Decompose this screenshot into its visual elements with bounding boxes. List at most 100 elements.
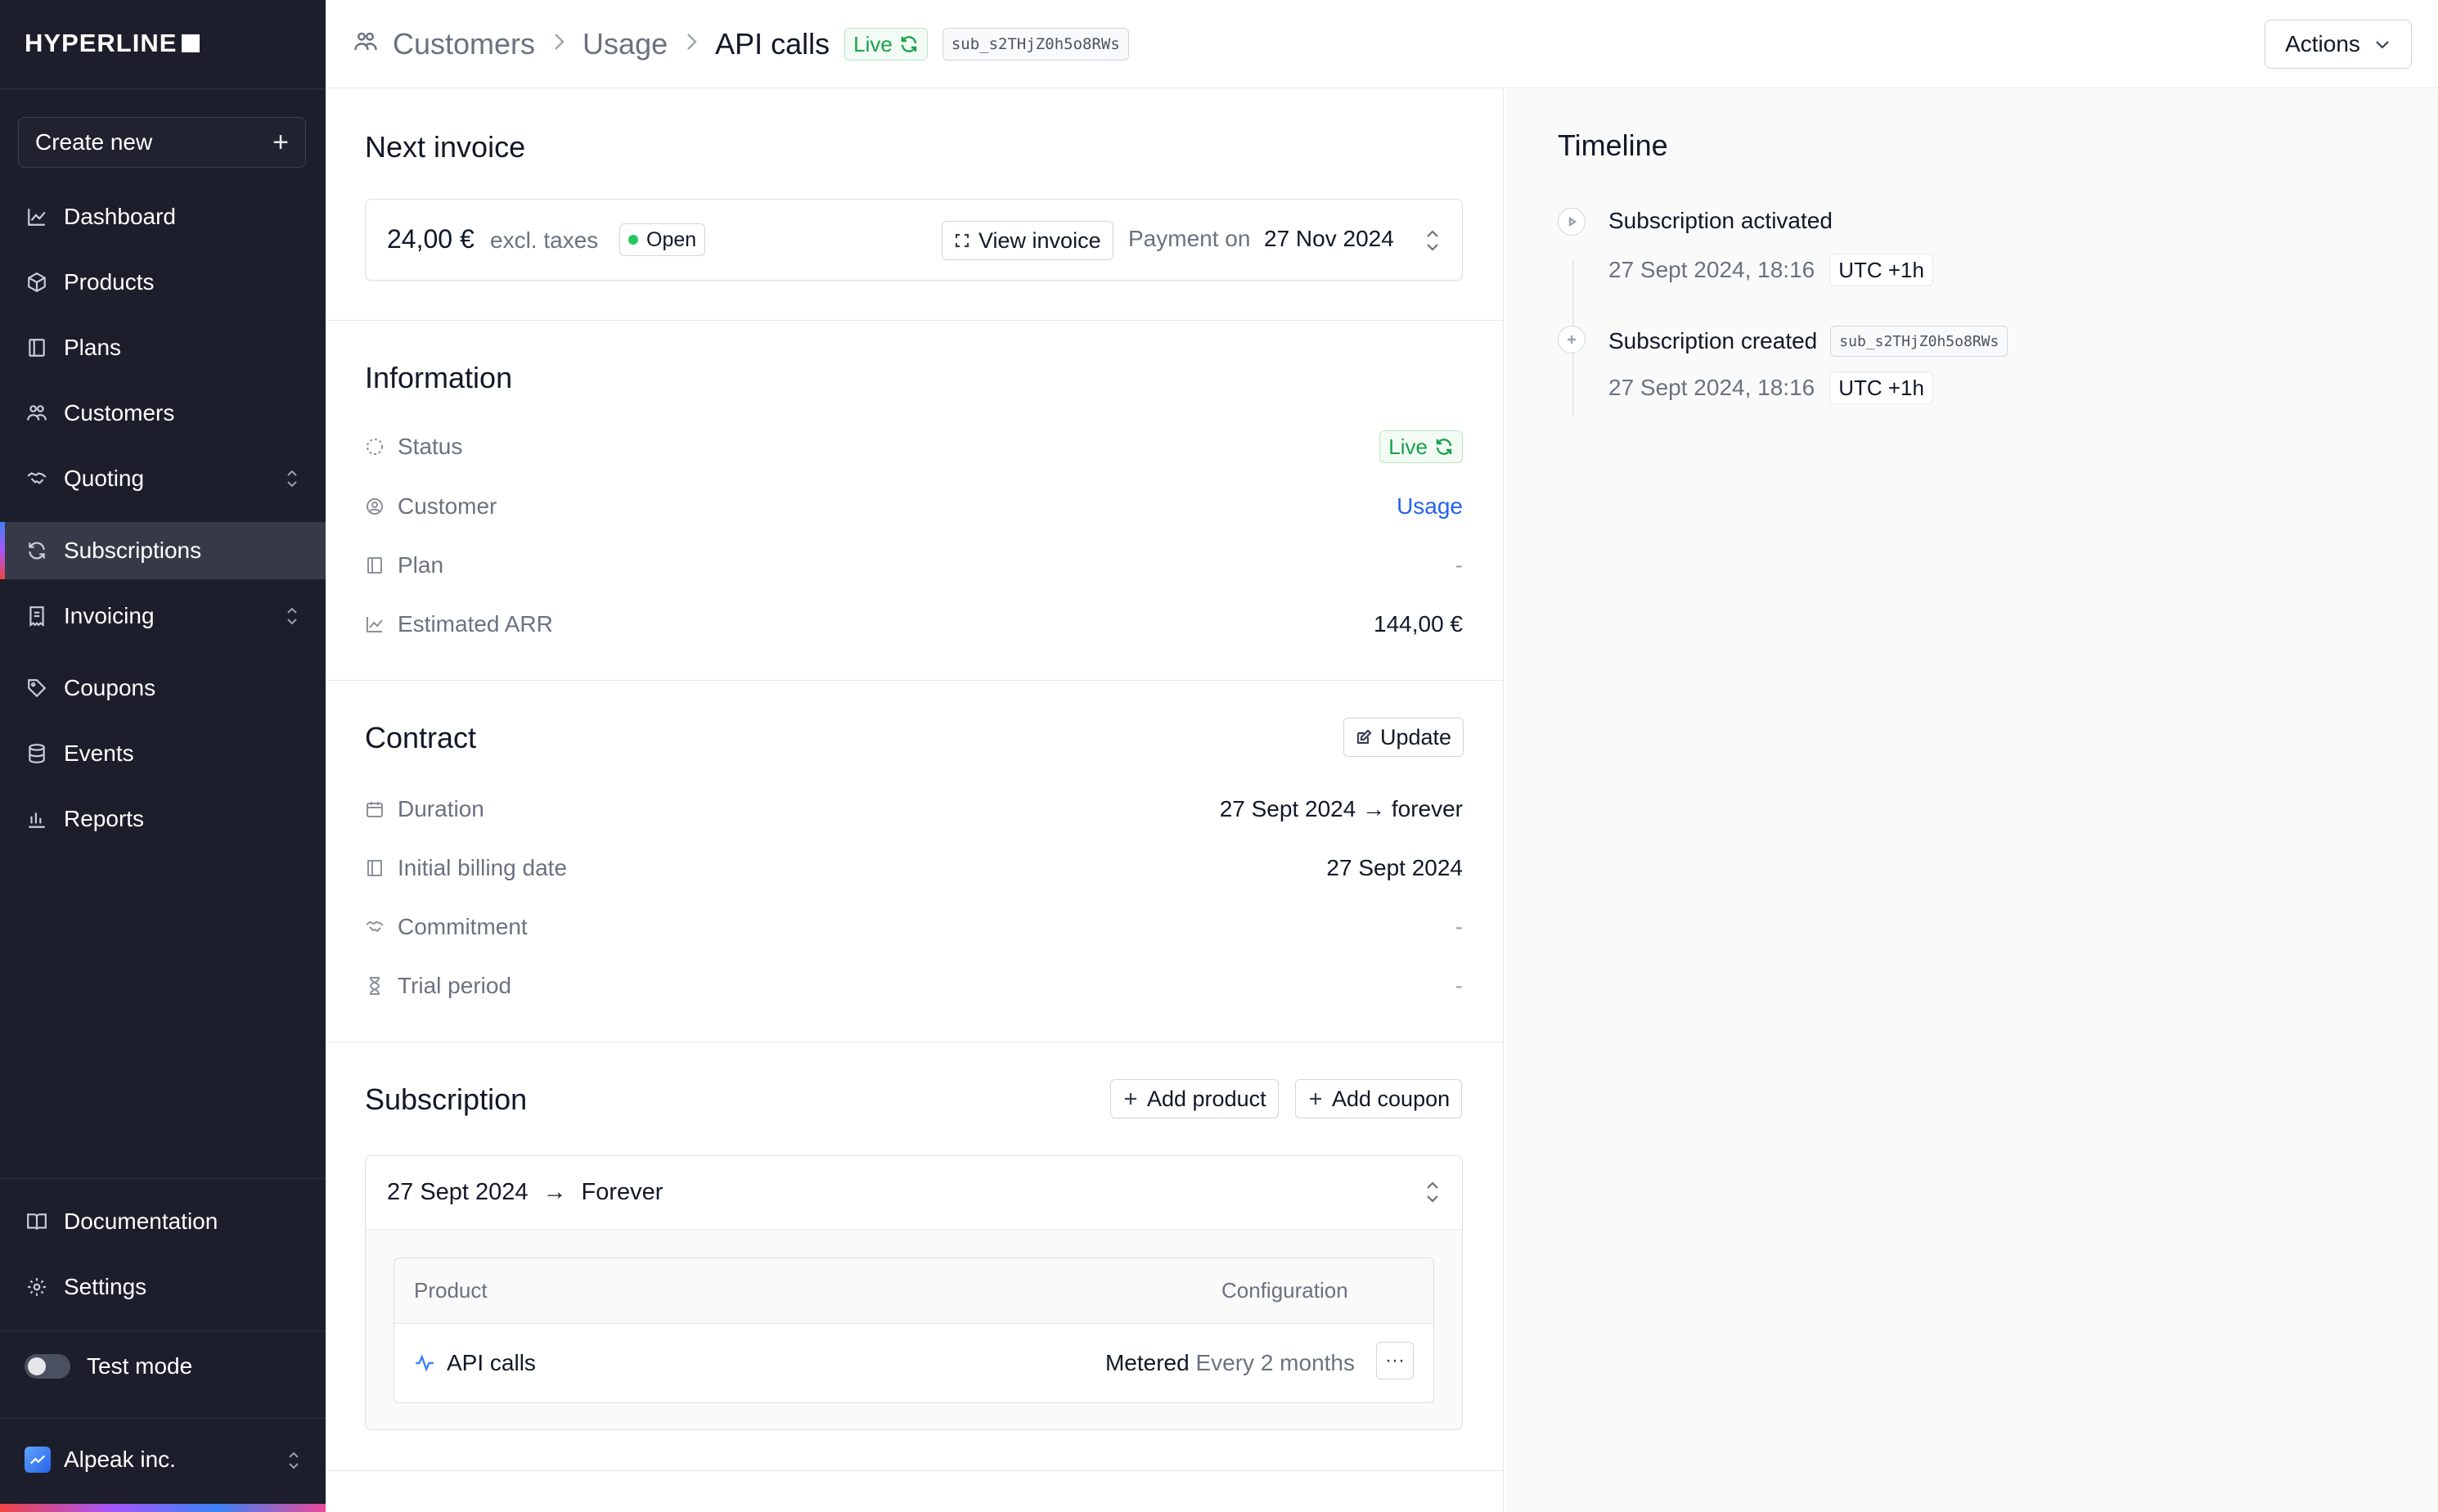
payment-date: 27 Nov 2024 <box>1264 226 1394 251</box>
chevron-updown-icon <box>285 605 299 627</box>
row-value: 144,00 € <box>1374 611 1463 637</box>
chevron-right-icon <box>682 27 700 61</box>
sidebar-item-label: Customers <box>64 400 175 425</box>
book-icon <box>26 337 47 358</box>
sidebar-item-products[interactable]: Products <box>0 254 326 311</box>
breadcrumb-usage[interactable]: Usage <box>583 27 668 61</box>
customer-link[interactable]: Usage <box>1397 493 1463 520</box>
invoice-amount: 24,00 € <box>387 224 475 254</box>
event-date: 27 Sept 2024, 18:16 UTC +1h <box>1608 371 1933 404</box>
sidebar-item-quoting[interactable]: Quoting <box>0 450 326 507</box>
top-header: Customers Usage API calls Live sub_s2THj… <box>326 0 2438 88</box>
add-product-label: Add product <box>1147 1086 1266 1111</box>
brand-gradient-bar <box>0 1504 326 1512</box>
actions-button[interactable]: Actions <box>2265 20 2412 69</box>
app-logo[interactable]: HYPERLINE <box>25 29 200 57</box>
divider <box>326 320 1504 321</box>
contract-row-commitment: Commitment - <box>365 911 1463 943</box>
subscription-id-badge[interactable]: sub_s2THjZ0h5o8RWs <box>942 28 1129 61</box>
receipt-icon <box>26 605 47 627</box>
sidebar-item-label: Settings <box>64 1274 147 1299</box>
subscription-phase-card: 27 Sept 2024 → Forever Product Configura… <box>365 1155 1463 1430</box>
info-row-customer: Customer Usage <box>365 490 1463 523</box>
chevron-updown-icon[interactable] <box>1424 1179 1441 1209</box>
create-new-label: Create new <box>35 129 153 155</box>
handshake-icon <box>365 917 385 937</box>
phase-header[interactable]: 27 Sept 2024 → Forever <box>366 1156 1462 1230</box>
status-badge: Live <box>1379 430 1463 463</box>
row-value: - <box>1455 914 1463 939</box>
sidebar-item-documentation[interactable]: Documentation <box>0 1193 326 1250</box>
status-badge-label: Live <box>1388 434 1428 459</box>
sidebar: HYPERLINE Create new + Dashboard Product… <box>0 0 326 1512</box>
more-options-button[interactable]: ··· <box>1376 1342 1414 1379</box>
activity-icon <box>416 1354 434 1372</box>
divider <box>0 88 326 89</box>
table-header: Product Configuration <box>394 1258 1433 1324</box>
event-title: Subscription created sub_s2THjZ0h5o8RWs <box>1608 326 2008 357</box>
event-date-label: 27 Sept 2024, 18:16 <box>1608 375 1815 400</box>
chevron-down-icon <box>2376 41 2389 49</box>
row-value: 27 Sept 2024 <box>1326 855 1463 880</box>
product-name: API calls <box>414 1350 536 1376</box>
add-product-button[interactable]: Add product <box>1110 1079 1279 1118</box>
information-title: Information <box>365 361 513 394</box>
update-contract-button[interactable]: Update <box>1343 718 1464 757</box>
divider <box>326 680 1504 681</box>
sidebar-item-reports[interactable]: Reports <box>0 790 326 848</box>
divider <box>0 1330 326 1331</box>
row-label: Commitment <box>398 914 528 939</box>
plus-circle-icon <box>1558 326 1586 353</box>
row-value: - <box>1455 552 1463 578</box>
timezone-badge: UTC +1h <box>1829 371 1933 404</box>
contract-row-trial-period: Trial period - <box>365 970 1463 1002</box>
sidebar-item-label: Dashboard <box>64 204 176 229</box>
organization-switcher[interactable]: Alpeak inc. <box>25 1447 303 1473</box>
chart-line-icon <box>365 614 385 634</box>
sidebar-item-invoicing[interactable]: Invoicing <box>0 587 326 645</box>
subscription-id-badge[interactable]: sub_s2THjZ0h5o8RWs <box>1830 326 2008 357</box>
divider <box>326 1470 1504 1471</box>
sidebar-item-settings[interactable]: Settings <box>0 1258 326 1316</box>
sidebar-item-plans[interactable]: Plans <box>0 319 326 376</box>
timeline-panel: Timeline Subscription activated 27 Sept … <box>1505 89 2438 1512</box>
row-label: Plan <box>398 552 444 578</box>
sidebar-item-customers[interactable]: Customers <box>0 385 326 442</box>
breadcrumb-current: API calls <box>715 27 830 61</box>
chart-line-icon <box>26 206 47 227</box>
invoice-status-badge: Open <box>619 223 706 256</box>
gear-icon <box>26 1276 47 1298</box>
create-new-button[interactable]: Create new + <box>18 117 306 168</box>
organization-avatar <box>25 1447 51 1473</box>
sidebar-item-coupons[interactable]: Coupons <box>0 659 326 717</box>
expand-icon <box>955 233 969 248</box>
toggle-switch[interactable] <box>25 1354 70 1379</box>
book-icon <box>365 858 385 878</box>
sidebar-item-subscriptions[interactable]: Subscriptions <box>0 522 326 579</box>
product-configuration: Metered Every 2 months <box>1105 1350 1355 1376</box>
handshake-icon <box>26 468 47 489</box>
refresh-icon <box>901 36 917 52</box>
row-label: Estimated ARR <box>398 611 553 637</box>
contract-row-duration: Duration 27 Sept 2024 → forever <box>365 793 1463 826</box>
view-invoice-button[interactable]: View invoice <box>942 221 1113 260</box>
next-invoice-title: Next invoice <box>365 130 526 164</box>
sidebar-item-dashboard[interactable]: Dashboard <box>0 188 326 245</box>
breadcrumb-customers[interactable]: Customers <box>393 27 535 61</box>
timezone-badge: UTC +1h <box>1829 254 1933 286</box>
hourglass-icon <box>365 976 385 996</box>
sidebar-item-label: Reports <box>64 806 145 831</box>
sidebar-item-label: Subscriptions <box>64 538 202 563</box>
sidebar-item-events[interactable]: Events <box>0 725 326 782</box>
status-dot-icon <box>628 235 638 245</box>
add-coupon-button[interactable]: Add coupon <box>1295 1079 1463 1118</box>
row-value: Live <box>1379 430 1463 463</box>
actions-label: Actions <box>2285 31 2360 56</box>
phase-end: Forever <box>581 1179 663 1205</box>
table-row[interactable]: API calls Metered Every 2 months ··· <box>394 1324 1433 1402</box>
chevron-updown-icon[interactable] <box>1424 227 1441 258</box>
product-name-label: API calls <box>447 1350 536 1375</box>
database-icon <box>26 743 47 764</box>
test-mode-toggle[interactable]: Test mode <box>25 1353 192 1379</box>
sidebar-item-label: Products <box>64 269 155 295</box>
